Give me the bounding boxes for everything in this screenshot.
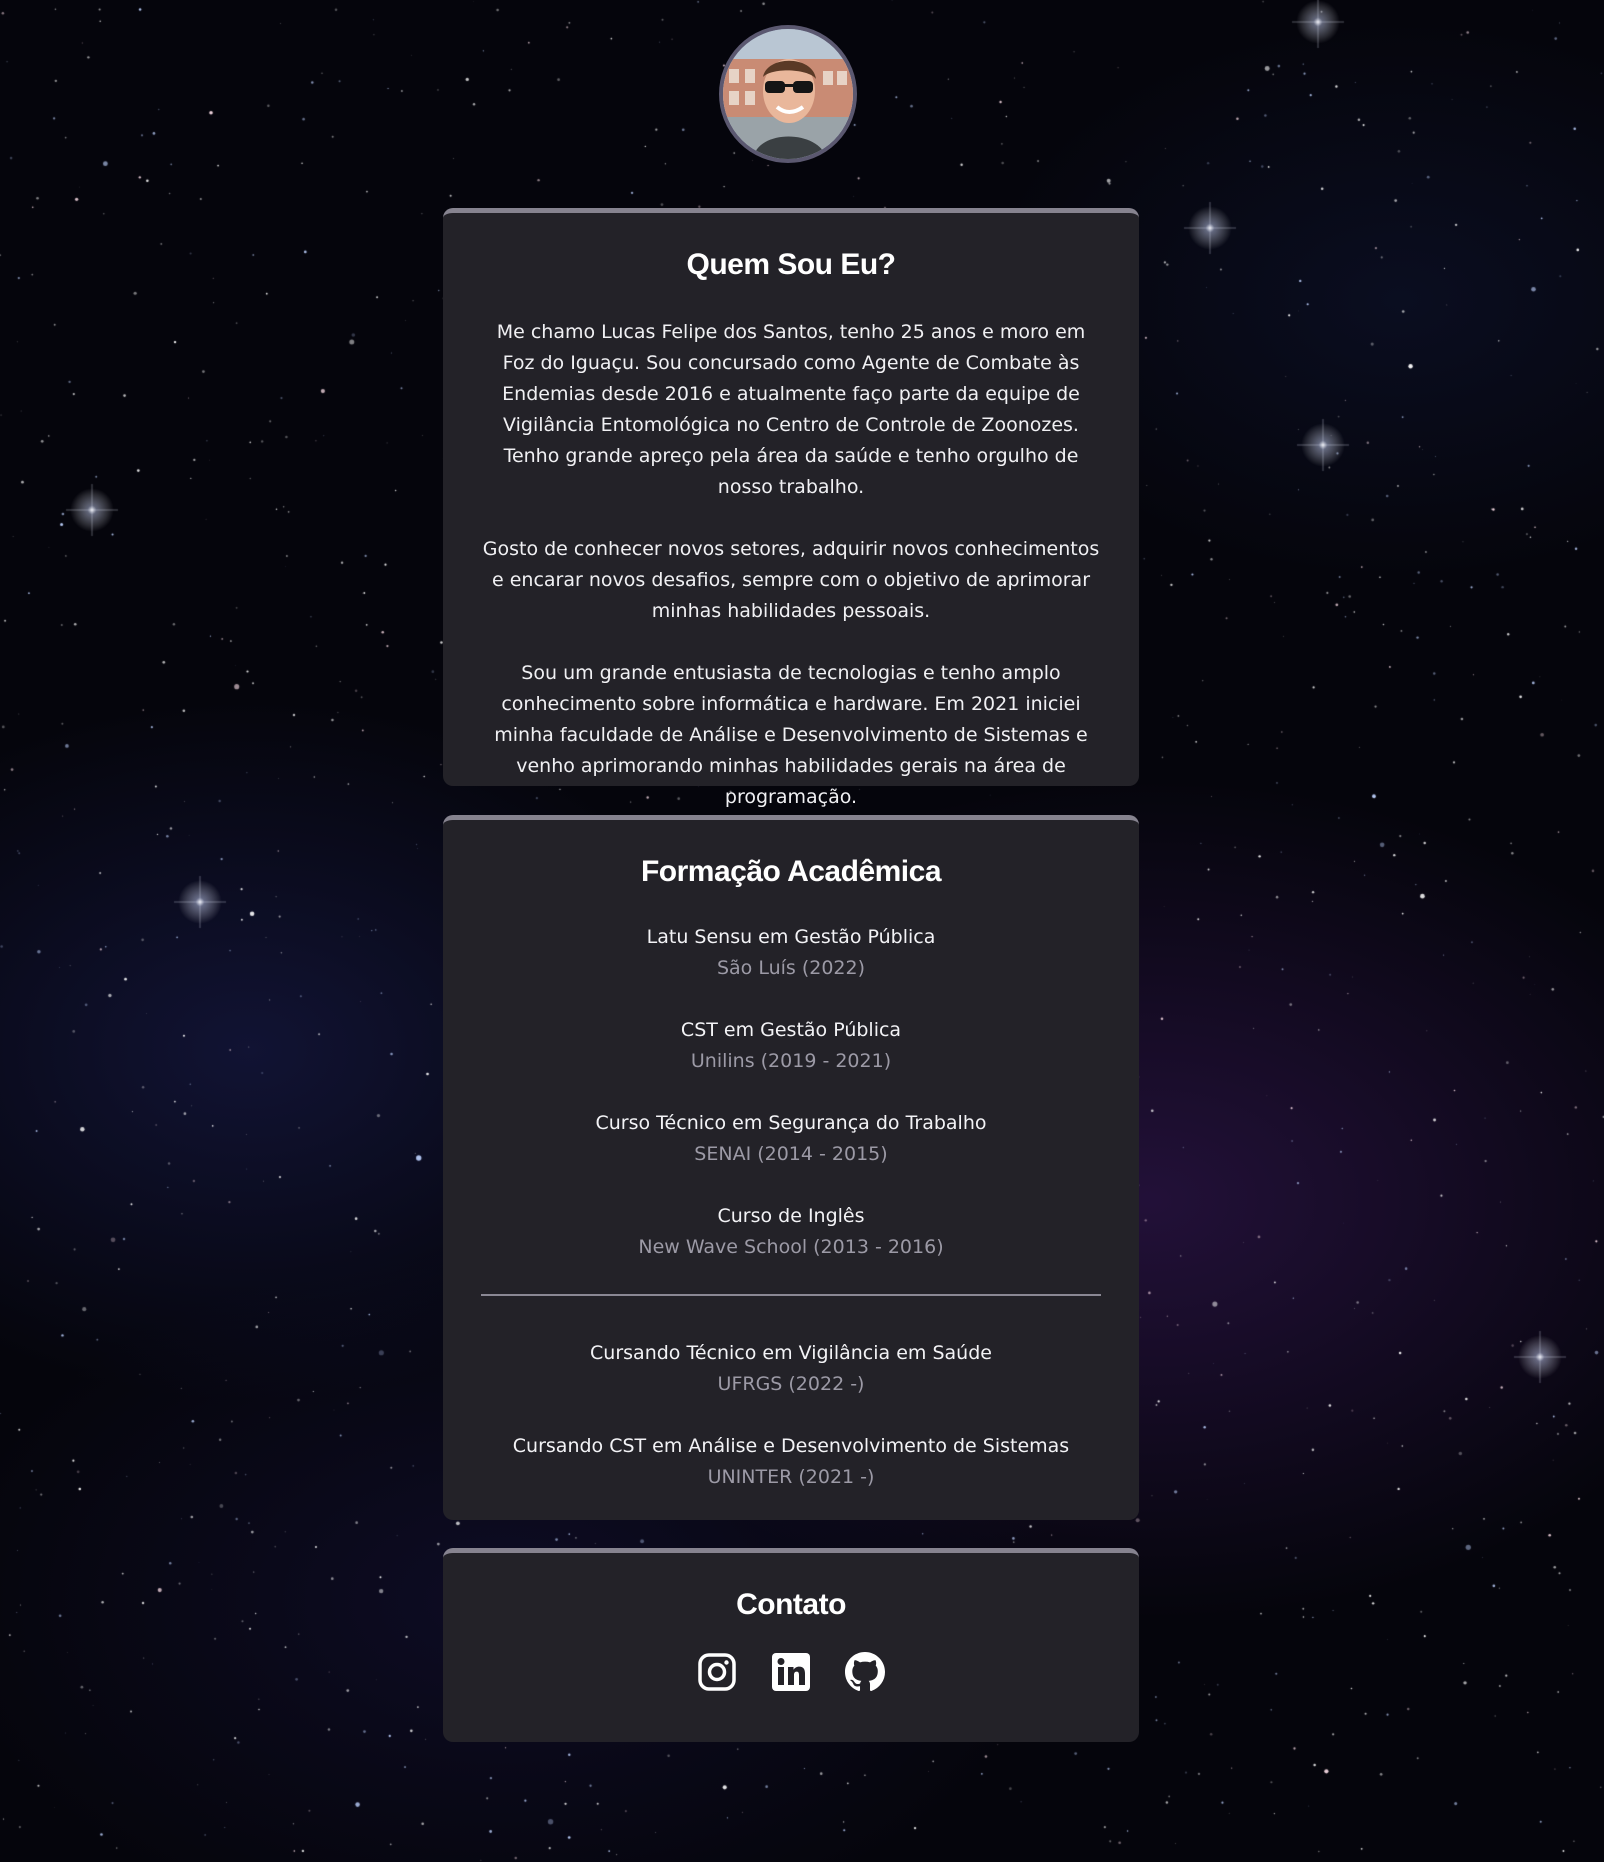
education-item: Curso Técnico em Segurança do Trabalho S…	[443, 1108, 1139, 1170]
education-item: Latu Sensu em Gestão Pública São Luís (2…	[443, 922, 1139, 984]
education-institution: UFRGS (2022 -)	[717, 1373, 865, 1395]
education-title: Formação Acadêmica	[640, 855, 942, 888]
contact-card: Contato	[443, 1548, 1139, 1742]
education-institution: São Luís (2022)	[716, 957, 866, 979]
education-course: Curso de Inglês	[717, 1205, 865, 1227]
about-title: Quem Sou Eu?	[686, 248, 896, 281]
education-course: Curso Técnico em Segurança do Trabalho	[595, 1112, 987, 1134]
education-course: CST em Gestão Pública	[680, 1019, 902, 1041]
education-item: Curso de Inglês New Wave School (2013 - …	[443, 1201, 1139, 1263]
about-card: Quem Sou Eu? Me chamo Lucas Felipe dos S…	[443, 208, 1139, 808]
education-divider	[481, 1294, 1101, 1296]
education-institution: Unilins (2019 - 2021)	[690, 1050, 892, 1072]
about-paragraph: Gosto de conhecer novos setores, adquiri…	[482, 538, 1100, 622]
linkedin-icon	[772, 1653, 810, 1691]
linkedin-link[interactable]	[771, 1652, 811, 1692]
avatar-photo	[723, 29, 853, 159]
instagram-icon	[698, 1653, 736, 1691]
education-item: CST em Gestão Pública Unilins (2019 - 20…	[443, 1015, 1139, 1077]
education-institution: UNINTER (2021 -)	[707, 1466, 875, 1488]
education-course: Cursando Técnico em Vigilância em Saúde	[590, 1342, 992, 1364]
about-paragraph: Me chamo Lucas Felipe dos Santos, tenho …	[496, 321, 1086, 498]
education-institution: SENAI (2014 - 2015)	[694, 1143, 888, 1165]
github-link[interactable]	[845, 1652, 885, 1692]
about-paragraph: Sou um grande entusiasta de tecnologias …	[494, 662, 1088, 808]
contact-title: Contato	[736, 1588, 846, 1621]
education-course: Latu Sensu em Gestão Pública	[646, 926, 936, 948]
github-icon	[845, 1652, 885, 1692]
social-links	[443, 1652, 1139, 1692]
education-card: Formação Acadêmica Latu Sensu em Gestão …	[443, 815, 1139, 1520]
education-institution: New Wave School (2013 - 2016)	[638, 1236, 944, 1258]
instagram-link[interactable]	[697, 1652, 737, 1692]
education-item-in-progress: Cursando CST em Análise e Desenvolviment…	[443, 1431, 1139, 1493]
education-item-in-progress: Cursando Técnico em Vigilância em Saúde …	[443, 1338, 1139, 1400]
avatar	[719, 25, 857, 163]
education-course: Cursando CST em Análise e Desenvolviment…	[512, 1435, 1070, 1457]
